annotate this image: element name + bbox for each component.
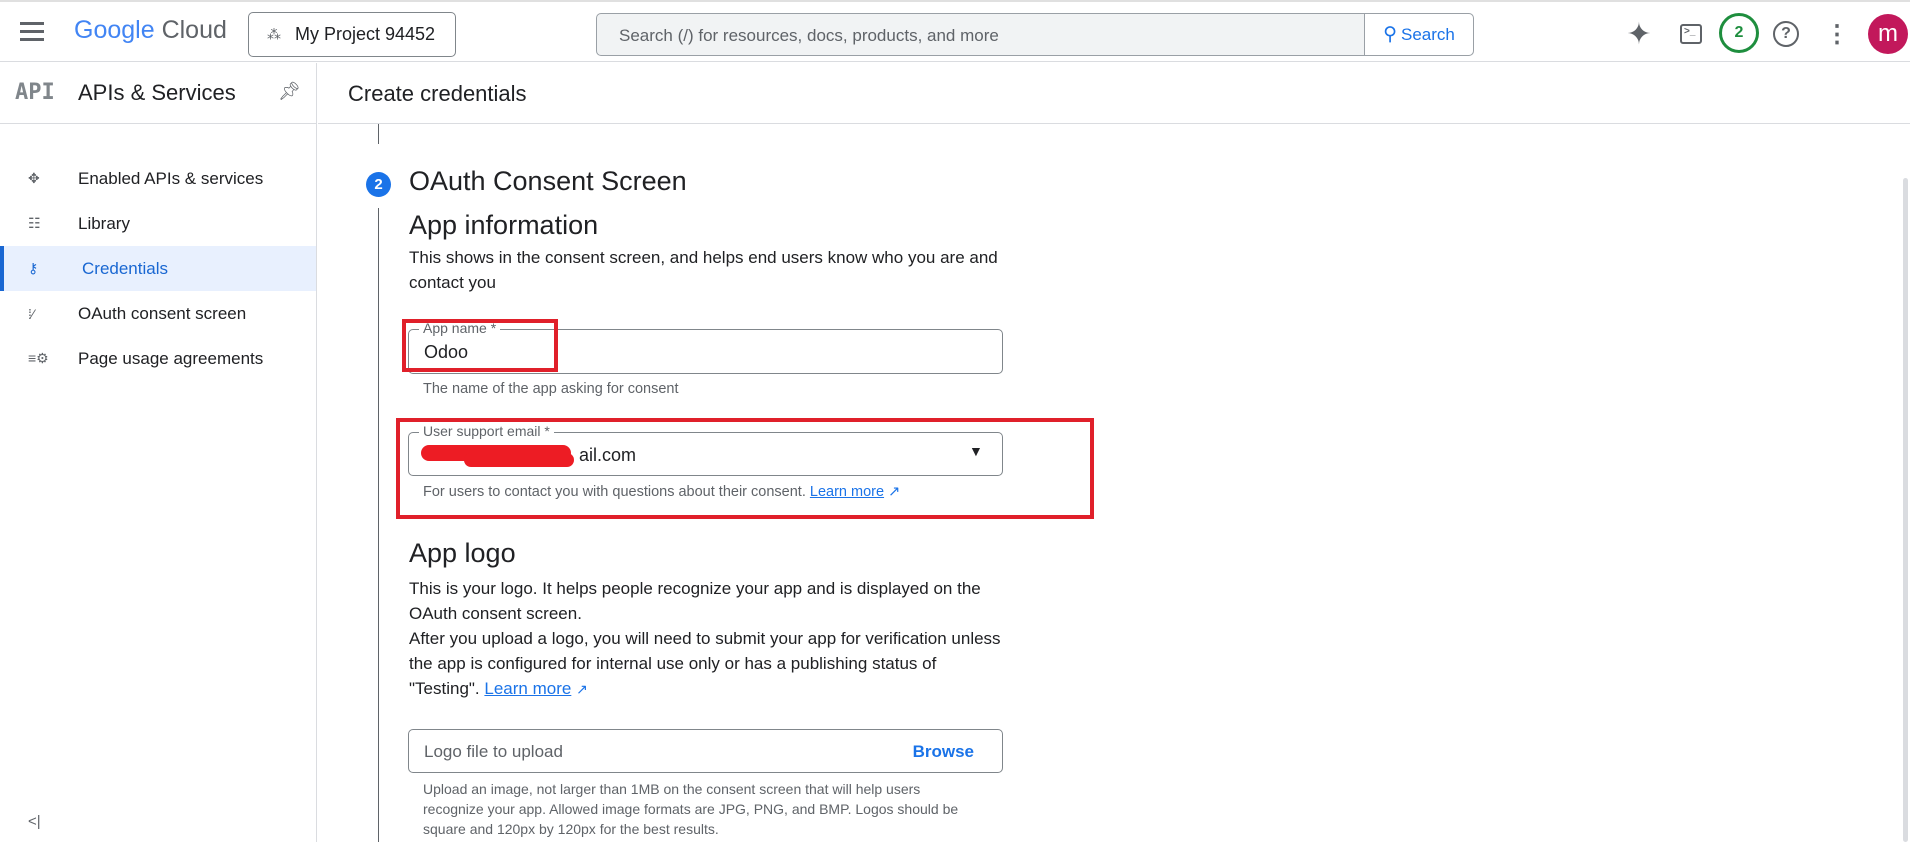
notifications-badge[interactable]: 2	[1719, 13, 1759, 53]
scrollbar[interactable]	[1903, 178, 1908, 842]
highlight-box	[396, 418, 1094, 519]
app-logo-description: This is your logo. It helps people recog…	[409, 576, 1009, 702]
page-header: Create credentials	[318, 63, 1910, 124]
logo-cloud: Cloud	[161, 16, 227, 44]
project-name: My Project 94452	[295, 24, 436, 44]
step-title: OAuth Consent Screen	[409, 166, 687, 196]
stepper-line	[378, 208, 379, 842]
logo-upload-help: Upload an image, not larger than 1MB on …	[423, 781, 959, 837]
api-icon: API	[15, 80, 55, 105]
avatar[interactable]: m	[1868, 14, 1908, 54]
sidebar-item-label: Page usage agreements	[78, 348, 264, 368]
gemini-icon[interactable]: ✦	[1624, 18, 1654, 51]
external-link-icon: ↗	[576, 681, 588, 697]
step-number-badge: 2	[366, 172, 391, 197]
search-bar[interactable]: Search (/) for resources, docs, products…	[596, 13, 1474, 56]
google-cloud-logo[interactable]: Google Cloud	[74, 16, 227, 45]
pin-icon[interactable]: 📌︎	[278, 81, 301, 102]
search-button[interactable]: ⚲ Search	[1364, 14, 1473, 55]
sidebar-item-library[interactable]: ☷ Library	[0, 201, 316, 246]
app-info-description: This shows in the consent screen, and he…	[409, 248, 998, 292]
collapse-sidebar-icon[interactable]: <|	[28, 813, 41, 830]
logo-upload-placeholder: Logo file to upload	[424, 742, 563, 761]
sidebar-item-label: Credentials	[82, 258, 168, 278]
sidebar-item-label: Enabled APIs & services	[78, 168, 264, 188]
sidebar-item-credentials[interactable]: ⚷ Credentials	[0, 246, 316, 291]
sidebar: API APIs & Services 📌︎ ✥ Enabled APIs & s…	[0, 63, 317, 842]
browse-button[interactable]: Browse	[913, 742, 974, 762]
menu-icon[interactable]	[20, 22, 44, 42]
logo-upload-field[interactable]: Logo file to upload Browse	[408, 729, 1003, 773]
sidebar-item-page-usage[interactable]: ≡⚙ Page usage agreements	[0, 336, 316, 381]
cloud-shell-icon[interactable]: >_	[1676, 19, 1706, 49]
sidebar-item-enabled-apis[interactable]: ✥ Enabled APIs & services	[0, 156, 316, 201]
search-icon: ⚲	[1383, 24, 1398, 45]
app-info-heading: App information	[409, 210, 599, 240]
library-icon: ☷	[28, 215, 41, 231]
project-picker[interactable]: ⁂ My Project 94452	[248, 12, 456, 57]
oauth-consent-icon: ⁞⁄	[28, 305, 35, 322]
sidebar-header: API APIs & Services 📌︎	[0, 63, 316, 124]
sidebar-item-label: Library	[78, 213, 130, 233]
learn-more-link[interactable]: Learn more	[484, 679, 571, 698]
search-input[interactable]: Search (/) for resources, docs, products…	[597, 14, 1364, 55]
sidebar-title: APIs & Services	[78, 80, 236, 105]
app-name-help: The name of the app asking for consent	[423, 381, 679, 397]
top-bar: Google Cloud ⁂ My Project 94452 Search (/…	[0, 0, 1910, 62]
page-title: Create credentials	[348, 81, 527, 106]
stepper-line	[378, 124, 379, 144]
highlight-box	[402, 319, 558, 372]
app-logo-desc-1: This is your logo. It helps people recog…	[409, 579, 981, 623]
search-button-label: Search	[1401, 24, 1455, 44]
sidebar-item-oauth-consent[interactable]: ⁞⁄ OAuth consent screen	[0, 291, 316, 336]
sidebar-item-label: OAuth consent screen	[78, 303, 247, 323]
help-icon[interactable]: ?	[1771, 19, 1801, 49]
more-options-icon[interactable]: ⋮	[1822, 19, 1852, 49]
project-icon: ⁂	[267, 26, 281, 42]
enabled-apis-icon: ✥	[28, 170, 40, 186]
logo-google: Google	[74, 16, 155, 44]
settings-list-icon: ≡⚙	[28, 350, 49, 366]
app-logo-heading: App logo	[409, 538, 516, 568]
key-icon: ⚷	[28, 260, 39, 276]
